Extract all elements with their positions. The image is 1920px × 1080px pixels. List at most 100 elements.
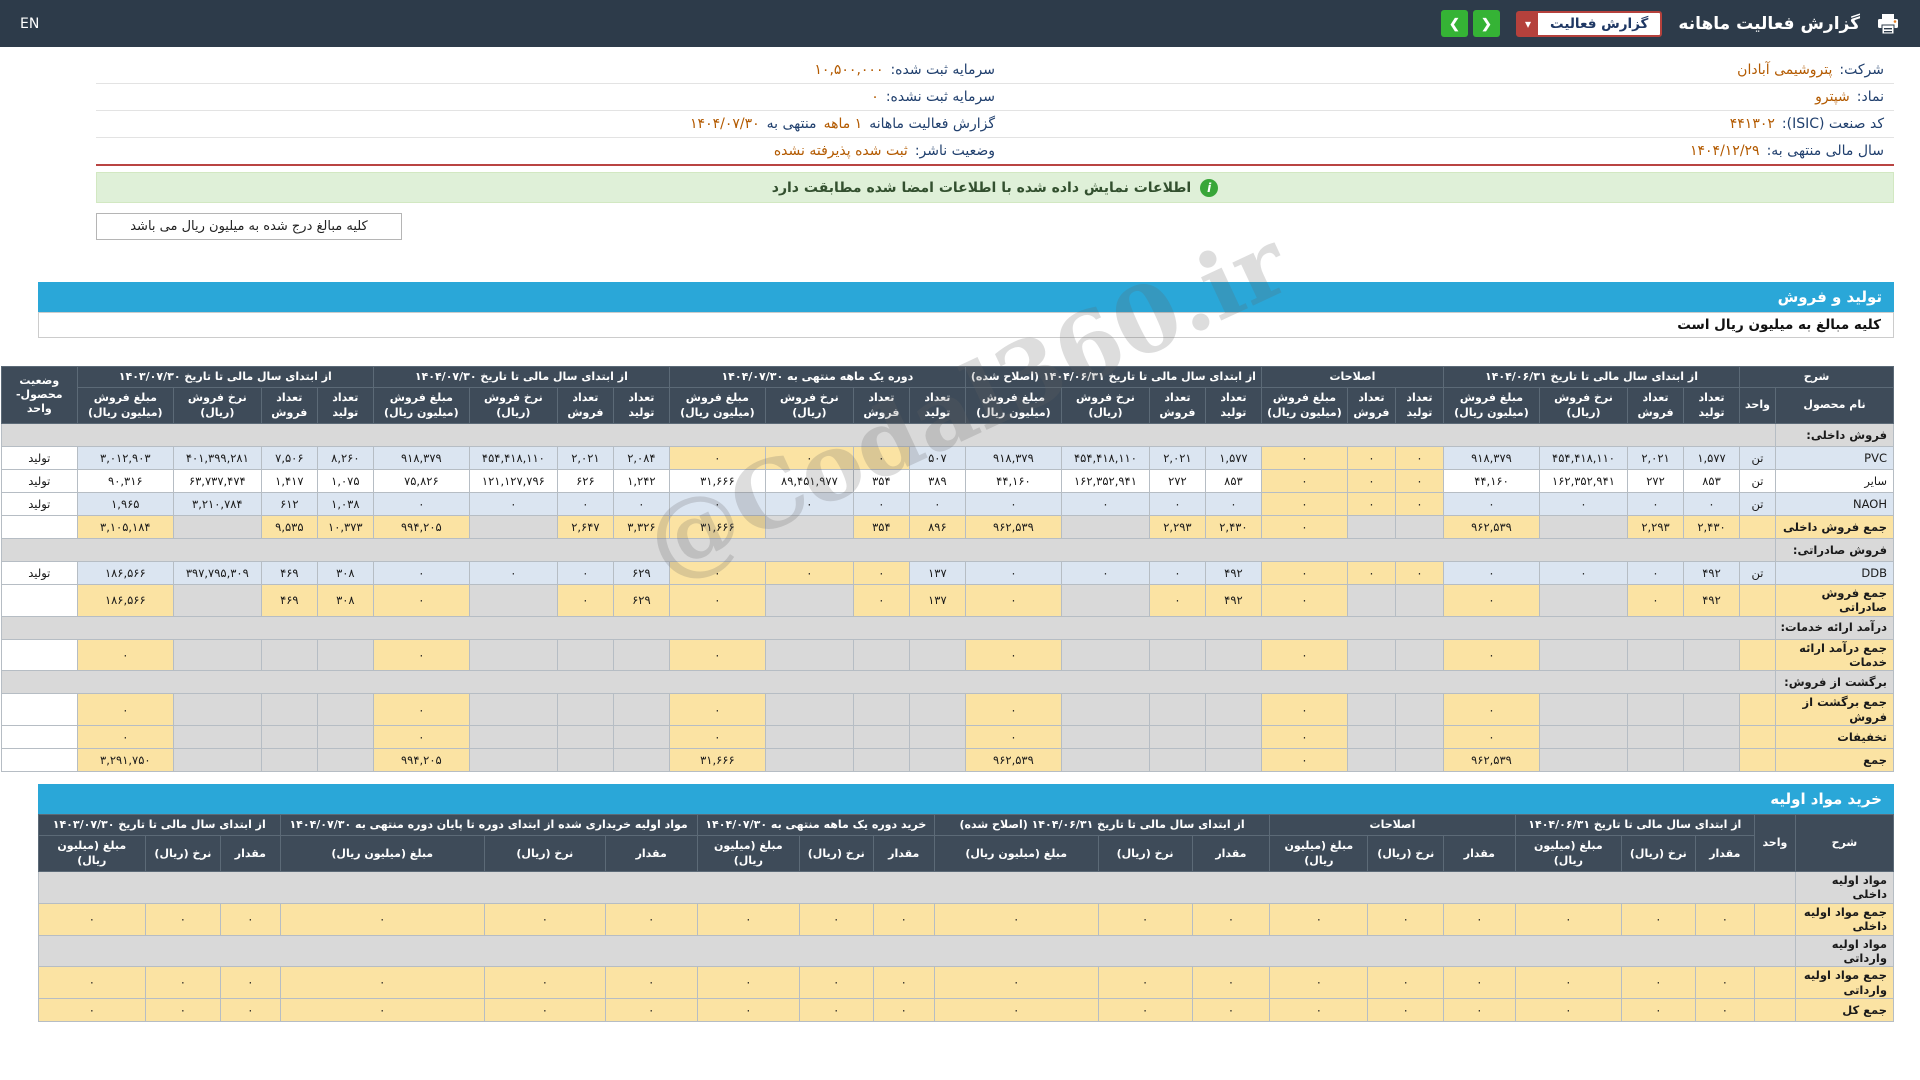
section-filler: [1, 616, 1775, 639]
language-toggle[interactable]: EN: [20, 16, 39, 32]
data-cell: ۰: [934, 999, 1098, 1022]
data-cell: [1149, 639, 1205, 671]
data-cell: ۴۹۲: [1684, 584, 1740, 616]
data-cell: ۲۷۲: [1149, 469, 1205, 492]
data-cell: ۰: [1444, 967, 1516, 999]
table-row: تخفیفات۰۰۰۰۰۰: [1, 726, 1893, 749]
column-header: تعداد فروش: [261, 388, 317, 424]
data-cell: ۰: [669, 584, 765, 616]
column-header: تعداد تولید: [1395, 388, 1443, 424]
section-row: برگشت از فروش:: [1, 671, 1893, 694]
section-label: مواد اولیه وارداتی: [1795, 935, 1893, 967]
data-cell: ۸۹,۴۵۱,۹۷۷: [765, 469, 853, 492]
section-label: فروش صادراتی:: [1776, 538, 1894, 561]
column-group-header: از ابتدای سال مالی تا تاریخ ۱۴۰۴/۰۶/۳۱: [1443, 367, 1739, 388]
data-cell: ۰: [1261, 749, 1347, 772]
data-cell: ۰: [221, 999, 280, 1022]
data-cell: ۴۴,۱۶۰: [1443, 469, 1539, 492]
table-row: جمع مواد اولیه داخلی۰۰۰۰۰۰۰۰۰۰۰۰۰۰۰۰۰۰: [39, 903, 1894, 935]
data-cell: ۰: [697, 967, 799, 999]
data-cell: ۰: [1061, 561, 1149, 584]
column-group-header: از ابتدای سال مالی تا تاریخ ۱۴۰۴/۰۶/۳۱ (…: [934, 815, 1269, 836]
section-label: برگشت از فروش:: [1776, 671, 1894, 694]
data-cell: ۲,۲۹۳: [1628, 515, 1684, 538]
data-cell: ۰: [145, 967, 221, 999]
data-cell: ۰: [557, 492, 613, 515]
data-cell: ۳,۳۲۶: [613, 515, 669, 538]
data-cell: [1740, 639, 1776, 671]
data-cell: ۳,۰۱۲,۹۰۳: [77, 446, 173, 469]
data-cell: ۰: [145, 903, 221, 935]
row-label: NAOH: [1776, 492, 1894, 515]
data-cell: [1061, 584, 1149, 616]
info-field: سال مالی منتهی به:۱۴۰۴/۱۲/۲۹: [995, 143, 1884, 159]
data-cell: ۸۵۳: [1684, 469, 1740, 492]
data-cell: ۰: [1261, 469, 1347, 492]
data-cell: [173, 694, 261, 726]
print-icon[interactable]: [1876, 13, 1900, 35]
data-cell: [261, 639, 317, 671]
data-cell: ۱۰,۳۷۳: [317, 515, 373, 538]
chevron-down-icon: ▾: [1518, 17, 1538, 31]
data-cell: ۰: [1261, 584, 1347, 616]
top-bar-controls: ❮ ❯ ▾ گزارش فعالیت گزارش فعالیت ماهانه: [1441, 10, 1900, 37]
data-cell: ۰: [373, 694, 469, 726]
data-cell: ۱,۵۷۷: [1684, 446, 1740, 469]
data-cell: ۴۵۴,۴۱۸,۱۱۰: [469, 446, 557, 469]
data-cell: [557, 726, 613, 749]
data-cell: [613, 749, 669, 772]
info-row: نماد:شپتروسرمایه ثبت نشده:۰: [96, 84, 1894, 111]
data-cell: ۶۲۹: [613, 561, 669, 584]
section-title-production: تولید و فروش: [38, 282, 1894, 312]
data-cell: ۰: [765, 492, 853, 515]
data-cell: ۰: [697, 903, 799, 935]
data-cell: [765, 515, 853, 538]
data-cell: تولید: [1, 469, 77, 492]
data-cell: تن: [1740, 469, 1776, 492]
data-cell: ۰: [1622, 903, 1696, 935]
million-rial-note: کلیه مبالغ درج شده به میلیون ریال می باش…: [96, 213, 402, 240]
table-row: NAOHتن۰۰۰۰۰۰۰۰۰۰۰۰۰۰۰۰۰۰۰۱,۰۳۸۶۱۲۳,۲۱۰,۷…: [1, 492, 1893, 515]
raw-materials-section: خرید مواد اولیه شرحواحداز ابتدای سال مال…: [38, 784, 1894, 1022]
data-cell: ۰: [909, 492, 965, 515]
data-cell: ۰: [1628, 492, 1684, 515]
data-cell: ۱۶۲,۳۵۲,۹۴۱: [1540, 469, 1628, 492]
column-header: نرخ (ریال): [145, 836, 221, 872]
data-cell: [1, 515, 77, 538]
data-cell: ۰: [221, 903, 280, 935]
data-cell: ۰: [39, 999, 146, 1022]
next-report-button[interactable]: ❯: [1473, 10, 1500, 37]
data-cell: ۳,۲۹۱,۷۵۰: [77, 749, 173, 772]
data-cell: ۰: [605, 903, 697, 935]
data-cell: [469, 726, 557, 749]
data-cell: ۴۶۹: [261, 561, 317, 584]
data-cell: ۰: [485, 967, 606, 999]
column-header: نرخ (ریال): [1368, 836, 1444, 872]
data-cell: ۰: [1368, 999, 1444, 1022]
data-cell: ۰: [373, 584, 469, 616]
data-cell: [261, 726, 317, 749]
data-cell: [1684, 639, 1740, 671]
prev-report-button[interactable]: ❮: [1441, 10, 1468, 37]
data-cell: [1684, 726, 1740, 749]
data-cell: [469, 584, 557, 616]
data-cell: [1540, 726, 1628, 749]
signature-match-text: اطلاعات نمایش داده شده با اطلاعات امضا ش…: [772, 180, 1191, 196]
data-cell: ۰: [1515, 903, 1621, 935]
info-row: کد صنعت (ISIC):۴۴۱۳۰۲گزارش فعالیت ماهانه…: [96, 111, 1894, 138]
data-cell: [765, 584, 853, 616]
report-type-dropdown[interactable]: ▾ گزارش فعالیت: [1516, 11, 1662, 37]
data-cell: ۰: [853, 561, 909, 584]
data-cell: ۱,۰۳۸: [317, 492, 373, 515]
column-group-header: دوره یک ماهه منتهی به ۱۴۰۴/۰۷/۳۰: [669, 367, 965, 388]
column-header: مبلغ فروش (میلیون ریال): [1261, 388, 1347, 424]
data-cell: [1395, 694, 1443, 726]
data-cell: [1205, 639, 1261, 671]
data-cell: تولید: [1, 492, 77, 515]
row-label: جمع درآمد ارائه خدمات: [1776, 639, 1894, 671]
field-label: سرمایه ثبت شده:: [890, 62, 995, 78]
data-cell: [557, 639, 613, 671]
data-cell: [1740, 584, 1776, 616]
data-cell: ۰: [853, 446, 909, 469]
column-group-header: از ابتدای سال مالی تا تاریخ ۱۴۰۳/۰۷/۳۰: [39, 815, 281, 836]
